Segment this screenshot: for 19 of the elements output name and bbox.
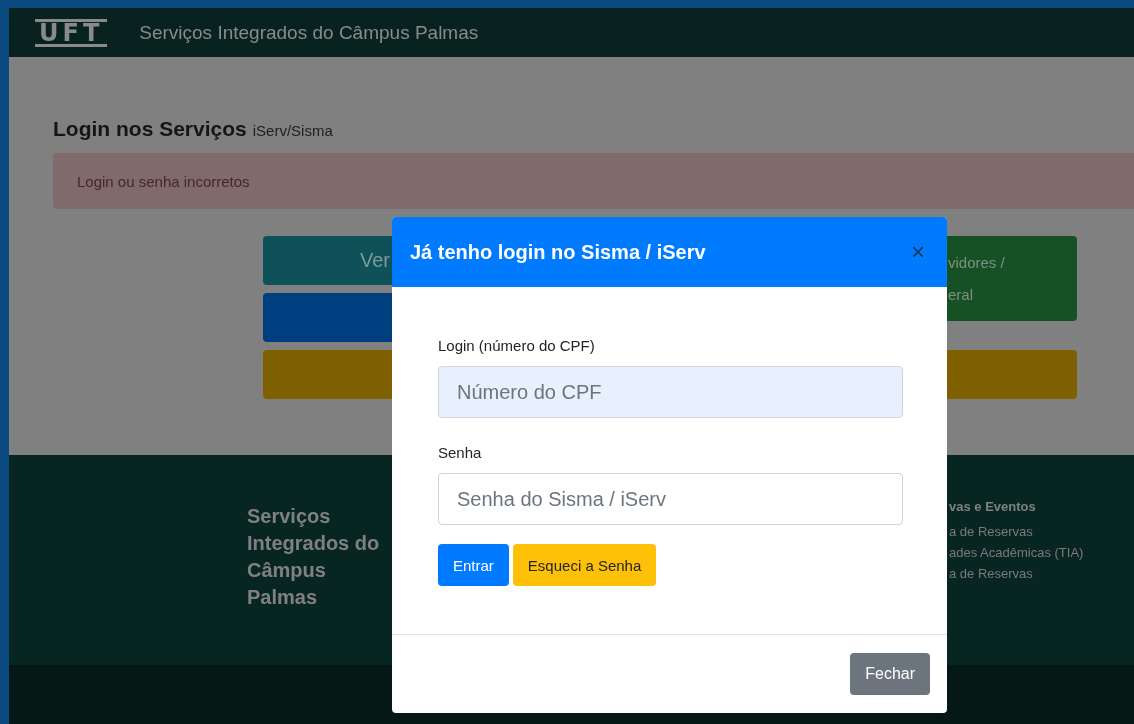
footer-link[interactable]: ades Acadêmicas (TIA) (949, 545, 1084, 560)
page-heading: Login nos Serviços (53, 117, 247, 141)
error-alert: Login ou senha incorretos (53, 153, 1134, 209)
footer-link[interactable]: a de Reservas (949, 566, 1084, 581)
input-field[interactable]: Senha do Sisma / iServ (438, 473, 903, 525)
close-dialog-button[interactable]: Fechar (850, 653, 930, 695)
field-label: Login (número do CPF) (438, 337, 596, 354)
footer-link[interactable]: a de Reservas (949, 524, 1084, 539)
site-title[interactable]: Serviços Integrados do Câmpus Palmas (139, 21, 479, 44)
field-label: Senha (438, 444, 483, 461)
forgot-password-button[interactable]: Esqueci a Senha (512, 544, 657, 586)
submit-button[interactable]: Entrar (438, 544, 509, 586)
input-field[interactable]: Número do CPF (438, 366, 903, 418)
footer-title: Serviços Integrados do Câmpus Palmas (247, 504, 381, 610)
logo[interactable]: UFT (35, 18, 108, 47)
footer-heading: vas e Eventos (949, 499, 1037, 514)
close-button[interactable]: × (907, 238, 929, 266)
dialog-title: Já tenho login no Sisma / iServ (410, 240, 706, 264)
page-subheading: iServ/Sisma (252, 122, 333, 139)
